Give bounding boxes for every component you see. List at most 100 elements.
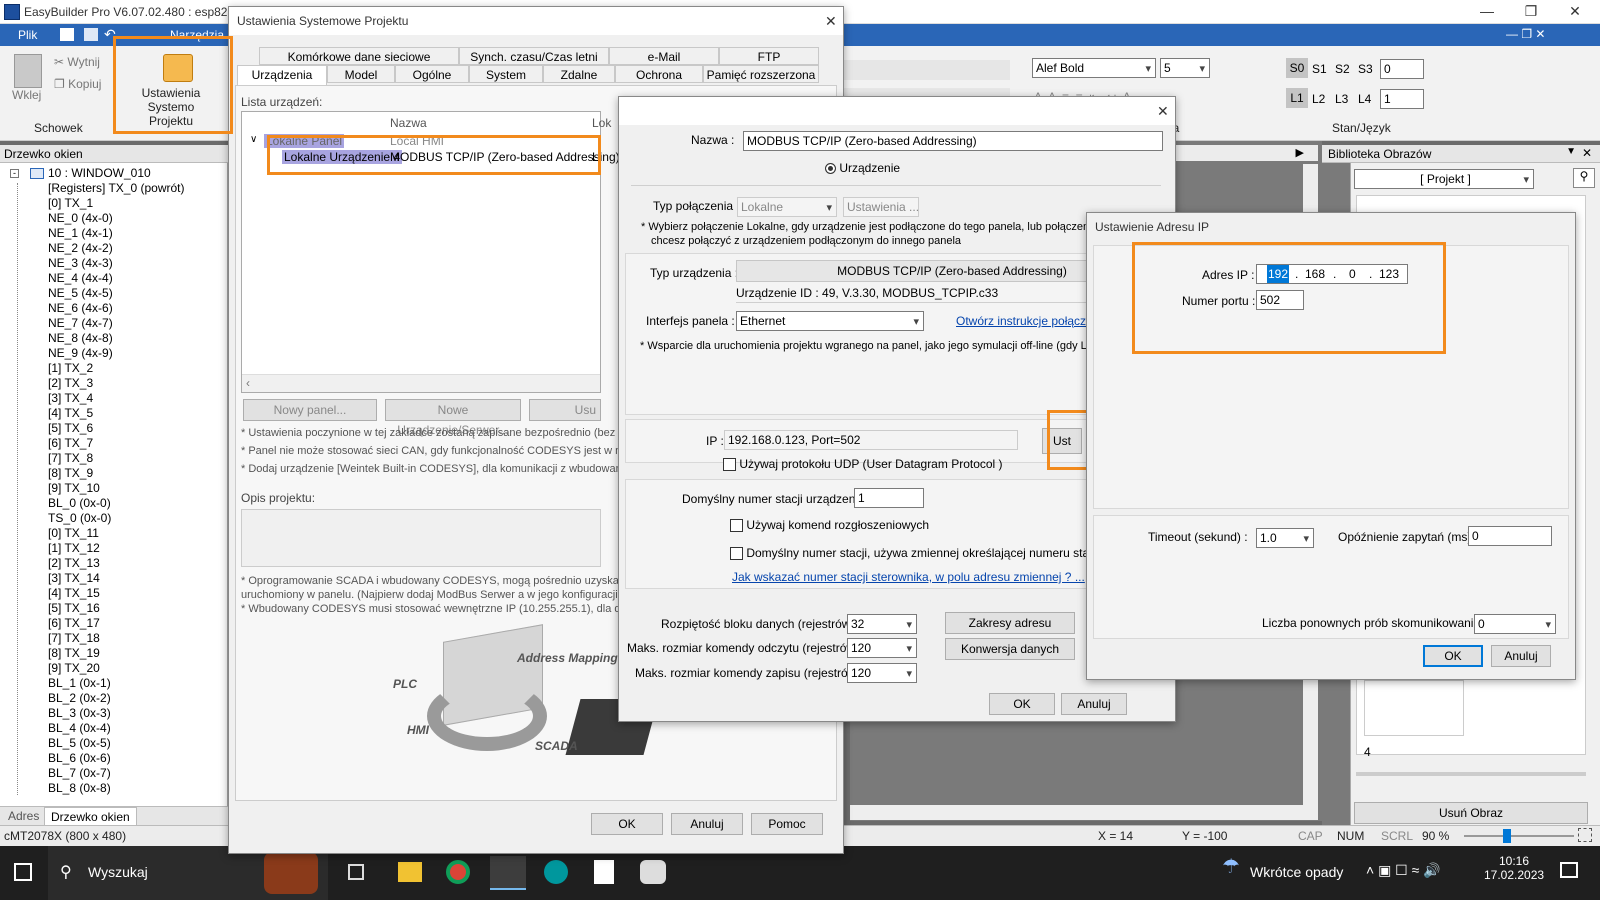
tab-ftp[interactable]: FTP: [719, 47, 819, 65]
state-s0[interactable]: S0: [1286, 58, 1308, 78]
state-s2[interactable]: S2: [1335, 62, 1350, 76]
tab-protection[interactable]: Ochrona: [615, 65, 703, 83]
clock[interactable]: 10:16 17.02.2023: [1484, 854, 1544, 882]
dlg2-cancel-button[interactable]: Anuluj: [1061, 693, 1127, 715]
tree-item[interactable]: [2] TX_3: [48, 376, 93, 391]
maximize-icon[interactable]: ❐: [1508, 0, 1554, 24]
tree-item[interactable]: BL_7 (0x-7): [48, 766, 111, 781]
data-conversion-button[interactable]: Konwersja danych: [945, 638, 1075, 660]
tree-item[interactable]: [5] TX_6: [48, 421, 93, 436]
dropdown-icon[interactable]: ▼: [1566, 146, 1576, 157]
save-as-icon[interactable]: [84, 28, 98, 41]
tree-item[interactable]: [5] TX_16: [48, 601, 100, 616]
station-input[interactable]: 1: [854, 488, 924, 508]
tree-item[interactable]: [1] TX_12: [48, 541, 100, 556]
tree-item[interactable]: BL_5 (0x-5): [48, 736, 111, 751]
lang-l2[interactable]: L2: [1312, 92, 1325, 106]
dlg2-ok-button[interactable]: OK: [989, 693, 1055, 715]
project-description[interactable]: [241, 509, 601, 567]
new-panel-button[interactable]: Nowy panel...: [243, 399, 377, 421]
tree-item[interactable]: NE_5 (4x-5): [48, 286, 113, 301]
tree-item[interactable]: [0] TX_11: [48, 526, 99, 541]
tree-item[interactable]: [Registers] TX_0 (powrót): [48, 181, 185, 196]
tree-root[interactable]: 10 : WINDOW_010: [48, 166, 151, 181]
ip-cancel-button[interactable]: Anuluj: [1491, 645, 1551, 667]
tree-item[interactable]: BL_8 (0x-8): [48, 781, 111, 796]
tree-item[interactable]: [0] TX_1: [48, 196, 93, 211]
arduino-icon[interactable]: [544, 860, 568, 884]
dialog-close-icon[interactable]: ✕: [825, 13, 837, 30]
tab-cellular[interactable]: Komórkowe dane sieciowe: [259, 47, 459, 65]
tree-collapse-icon[interactable]: -: [10, 169, 19, 178]
fit-icon[interactable]: [1578, 828, 1592, 842]
delay-input[interactable]: 0: [1468, 526, 1552, 546]
tree-item[interactable]: [4] TX_15: [48, 586, 100, 601]
tab-model[interactable]: Model: [327, 65, 395, 83]
connection-guide-link[interactable]: Otwórz instrukcje połączeń: [956, 314, 1099, 328]
tree-item[interactable]: NE_6 (4x-6): [48, 301, 113, 316]
image-thumbnail[interactable]: [1364, 680, 1464, 736]
tree-item[interactable]: [8] TX_19: [48, 646, 100, 661]
tree-item[interactable]: [7] TX_18: [48, 631, 100, 646]
device-name-input[interactable]: MODBUS TCP/IP (Zero-based Addressing): [743, 131, 1163, 151]
font-size-combo[interactable]: 5: [1160, 58, 1210, 78]
tree-item[interactable]: [3] TX_14: [48, 571, 100, 586]
taskbar-search-box[interactable]: ⚲ Wyszukaj: [48, 846, 328, 900]
state-s3[interactable]: S3: [1358, 62, 1373, 76]
write-size-combo[interactable]: 120: [847, 663, 917, 683]
tab-time-sync[interactable]: Synch. czasu/Czas letni: [459, 47, 609, 65]
task-view-icon[interactable]: [348, 864, 364, 880]
tab-system[interactable]: System: [469, 65, 543, 83]
tree-item[interactable]: [3] TX_4: [48, 391, 93, 406]
tree-item[interactable]: [6] TX_17: [48, 616, 100, 631]
scroll-right-icon[interactable]: ▶: [1296, 146, 1304, 159]
minimize-icon[interactable]: —: [1464, 0, 1510, 24]
close-panel-icon[interactable]: ✕: [1582, 146, 1592, 160]
dlg1-ok-button[interactable]: OK: [591, 813, 663, 835]
device-dialog-close-icon[interactable]: ✕: [1157, 103, 1169, 120]
tab-remote[interactable]: Zdalne: [543, 65, 615, 83]
tree-item[interactable]: [4] TX_5: [48, 406, 93, 421]
tree-item[interactable]: BL_0 (0x-0): [48, 496, 111, 511]
block-combo[interactable]: 32: [847, 614, 917, 634]
tree-item[interactable]: TS_0 (0x-0): [48, 511, 111, 526]
cut-button[interactable]: ✂ Wytnij: [54, 55, 100, 69]
tree-item[interactable]: BL_6 (0x-6): [48, 751, 111, 766]
tab-email[interactable]: e-Mail: [609, 47, 719, 65]
chrome-icon[interactable]: [446, 860, 470, 884]
ip-ok-button[interactable]: OK: [1423, 645, 1483, 667]
save-icon[interactable]: [60, 28, 74, 41]
tab-address[interactable]: Adres: [8, 809, 39, 823]
tree-item[interactable]: NE_3 (4x-3): [48, 256, 113, 271]
tree-item[interactable]: NE_4 (4x-4): [48, 271, 113, 286]
read-size-combo[interactable]: 120: [847, 638, 917, 658]
search-icon[interactable]: ⚲: [1573, 168, 1595, 188]
weather-text[interactable]: Wkrótce opady: [1250, 864, 1343, 880]
station-variable-checkbox[interactable]: Domyślny numer stacji, używa zmiennej ok…: [730, 546, 1100, 561]
expand-icon[interactable]: ∨: [250, 134, 257, 145]
tree-item[interactable]: [7] TX_8: [48, 451, 93, 466]
station-help-link[interactable]: Jak wskazać numer stacji sterownika, w p…: [732, 570, 1085, 584]
ribbon-restore-icon[interactable]: — ❐ ✕: [1506, 27, 1545, 41]
panel-interface-combo[interactable]: Ethernet: [736, 311, 924, 331]
tree-item[interactable]: NE_8 (4x-8): [48, 331, 113, 346]
lang-l3[interactable]: L3: [1335, 92, 1348, 106]
tree-item[interactable]: [6] TX_7: [48, 436, 93, 451]
tree-item[interactable]: NE_9 (4x-9): [48, 346, 113, 361]
tree-item[interactable]: NE_2 (4x-2): [48, 241, 113, 256]
tree-item[interactable]: BL_1 (0x-1): [48, 676, 111, 691]
tab-devices[interactable]: Urządzenia: [237, 65, 327, 87]
notifications-icon[interactable]: [1560, 862, 1578, 878]
copy-button[interactable]: ❐ Kopiuj: [54, 77, 101, 91]
easybuilder-taskbar-icon[interactable]: [490, 856, 526, 890]
file-explorer-icon[interactable]: [398, 862, 422, 882]
timeout-combo[interactable]: 1.0: [1256, 528, 1314, 548]
horizontal-scrollbar[interactable]: [850, 805, 1303, 820]
lang-spinner[interactable]: 1: [1380, 89, 1424, 109]
lang-l4[interactable]: L4: [1358, 92, 1371, 106]
conn-type-combo[interactable]: Lokalne: [737, 197, 837, 217]
tree-item[interactable]: NE_7 (4x-7): [48, 316, 113, 331]
tab-extended-memory[interactable]: Pamięć rozszerzona: [703, 65, 819, 83]
udp-checkbox[interactable]: Używaj protokołu UDP (User Datagram Prot…: [723, 457, 1003, 472]
tree-item[interactable]: BL_4 (0x-4): [48, 721, 111, 736]
